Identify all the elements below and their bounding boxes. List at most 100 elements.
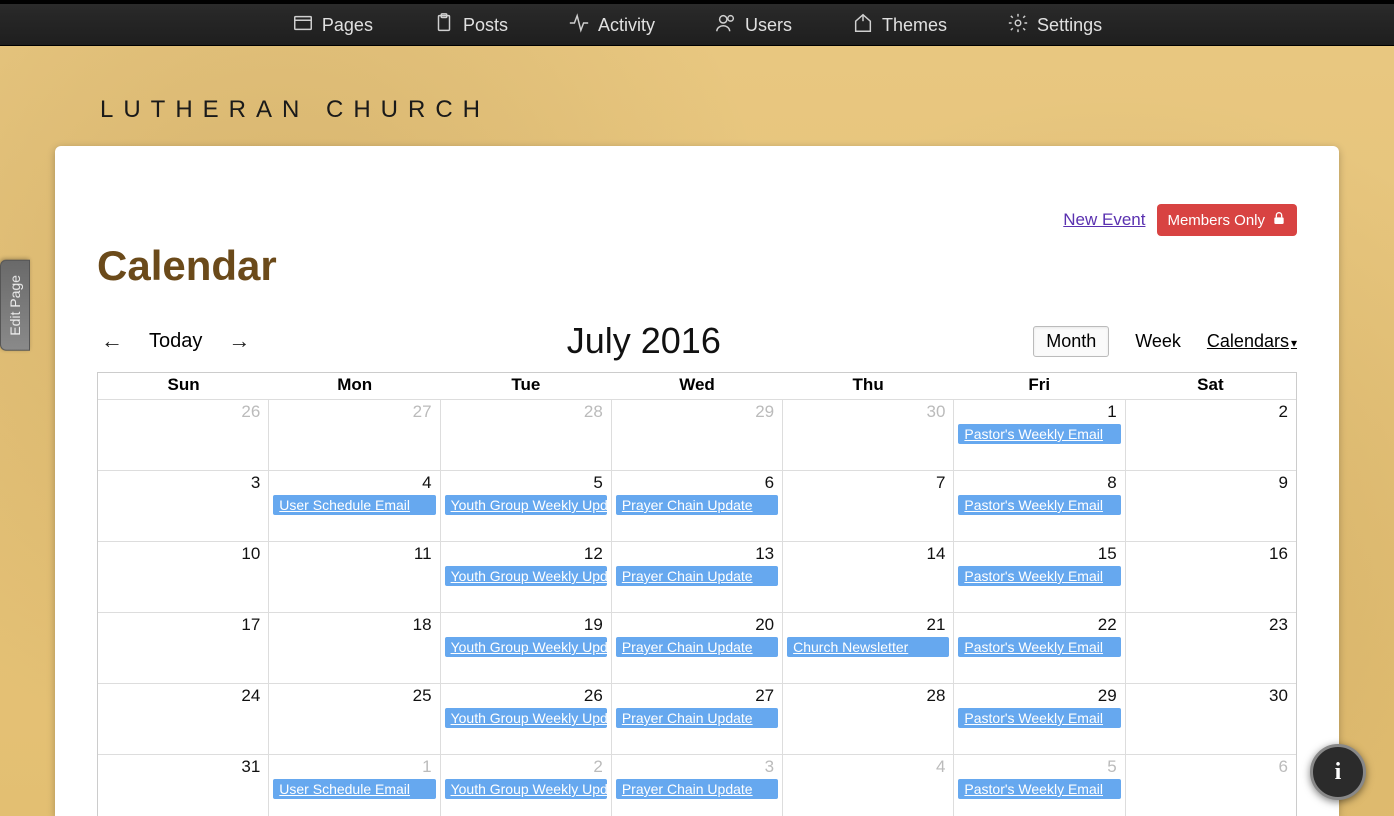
calendar-cell[interactable]: 13Prayer Chain Update [611, 542, 782, 612]
users-icon [715, 12, 737, 39]
calendar-cell[interactable]: 25 [268, 684, 439, 754]
calendar-cell[interactable]: 16 [1125, 542, 1296, 612]
calendars-dropdown[interactable]: Calendars▾ [1207, 331, 1297, 352]
nav-settings-label: Settings [1037, 15, 1102, 36]
members-only-label: Members Only [1167, 212, 1265, 229]
calendar-cell[interactable]: 5Youth Group Weekly Update [440, 471, 611, 541]
calendar-event[interactable]: Pastor's Weekly Email [958, 566, 1120, 586]
calendar-event[interactable]: Pastor's Weekly Email [958, 637, 1120, 657]
calendar-cell[interactable]: 6Prayer Chain Update [611, 471, 782, 541]
themes-icon [852, 12, 874, 39]
calendar-cell[interactable]: 12Youth Group Weekly Update [440, 542, 611, 612]
day-number: 31 [241, 757, 260, 777]
calendar-event[interactable]: Youth Group Weekly Update [445, 779, 607, 799]
calendar-cell[interactable]: 14 [782, 542, 953, 612]
calendar-event[interactable]: Prayer Chain Update [616, 779, 778, 799]
calendar-cell[interactable]: 6 [1125, 755, 1296, 816]
calendar-row: 171819Youth Group Weekly Update20Prayer … [98, 612, 1296, 683]
calendar-event[interactable]: Youth Group Weekly Update [445, 495, 607, 515]
calendar-cell[interactable]: 29 [611, 400, 782, 470]
calendar-event[interactable]: Youth Group Weekly Update [445, 708, 607, 728]
day-number: 20 [755, 615, 774, 635]
info-fab[interactable]: i [1310, 744, 1366, 800]
view-month-button[interactable]: Month [1033, 326, 1109, 357]
calendar-cell[interactable]: 30 [1125, 684, 1296, 754]
calendar-cell[interactable]: 3Prayer Chain Update [611, 755, 782, 816]
next-button[interactable]: → [224, 328, 254, 354]
calendar-event[interactable]: User Schedule Email [273, 779, 435, 799]
calendar-event[interactable]: Prayer Chain Update [616, 708, 778, 728]
calendar-cell[interactable]: 28 [440, 400, 611, 470]
calendar-cell[interactable]: 27 [268, 400, 439, 470]
nav-users[interactable]: Users [715, 12, 792, 39]
calendar-cell[interactable]: 31 [98, 755, 268, 816]
calendar-cell[interactable]: 19Youth Group Weekly Update [440, 613, 611, 683]
calendar-cell[interactable]: 17 [98, 613, 268, 683]
view-week-button[interactable]: Week [1135, 331, 1181, 352]
calendar-event[interactable]: Youth Group Weekly Update [445, 566, 607, 586]
new-event-link[interactable]: New Event [1063, 210, 1145, 230]
calendar-cell[interactable]: 18 [268, 613, 439, 683]
calendar-event[interactable]: Church Newsletter [787, 637, 949, 657]
day-number: 30 [926, 402, 945, 422]
calendar-cell[interactable]: 21Church Newsletter [782, 613, 953, 683]
calendar-cell[interactable]: 26Youth Group Weekly Update [440, 684, 611, 754]
nav-themes[interactable]: Themes [852, 12, 947, 39]
events-container: Prayer Chain Update [616, 779, 778, 799]
calendar-cell[interactable]: 24 [98, 684, 268, 754]
day-number: 9 [1279, 473, 1288, 493]
calendar-cell[interactable]: 9 [1125, 471, 1296, 541]
calendar-cell[interactable]: 30 [782, 400, 953, 470]
events-container: Prayer Chain Update [616, 566, 778, 586]
calendar-cell[interactable]: 15Pastor's Weekly Email [953, 542, 1124, 612]
calendar-row: 101112Youth Group Weekly Update13Prayer … [98, 541, 1296, 612]
calendar-cell[interactable]: 20Prayer Chain Update [611, 613, 782, 683]
calendar-cell[interactable]: 26 [98, 400, 268, 470]
edit-page-tab[interactable]: Edit Page [0, 260, 30, 351]
calendar-event[interactable]: Pastor's Weekly Email [958, 779, 1120, 799]
calendar-cell[interactable]: 5Pastor's Weekly Email [953, 755, 1124, 816]
calendar-event[interactable]: Prayer Chain Update [616, 495, 778, 515]
calendar-cell[interactable]: 28 [782, 684, 953, 754]
calendar-cell[interactable]: 1Pastor's Weekly Email [953, 400, 1124, 470]
card-top-actions: New Event Members Only [1063, 204, 1297, 236]
calendar-cell[interactable]: 23 [1125, 613, 1296, 683]
day-number: 28 [584, 402, 603, 422]
calendars-label: Calendars [1207, 331, 1289, 351]
calendar-cell[interactable]: 8Pastor's Weekly Email [953, 471, 1124, 541]
calendar-cell[interactable]: 4User Schedule Email [268, 471, 439, 541]
calendar-cell[interactable]: 1User Schedule Email [268, 755, 439, 816]
calendar-cell[interactable]: 2 [1125, 400, 1296, 470]
events-container: User Schedule Email [273, 779, 435, 799]
calendar-event[interactable]: User Schedule Email [273, 495, 435, 515]
calendar-cell[interactable]: 7 [782, 471, 953, 541]
members-only-button[interactable]: Members Only [1157, 204, 1297, 236]
calendar-event[interactable]: Prayer Chain Update [616, 637, 778, 657]
day-number: 2 [1279, 402, 1288, 422]
events-container: Youth Group Weekly Update [445, 779, 607, 799]
nav-settings[interactable]: Settings [1007, 12, 1102, 39]
nav-pages[interactable]: Pages [292, 12, 373, 39]
today-button[interactable]: Today [149, 330, 202, 353]
calendar-event[interactable]: Prayer Chain Update [616, 566, 778, 586]
calendar-cell[interactable]: 10 [98, 542, 268, 612]
calendar-cell[interactable]: 29Pastor's Weekly Email [953, 684, 1124, 754]
calendar-event[interactable]: Pastor's Weekly Email [958, 424, 1120, 444]
day-header: Sun [98, 372, 269, 399]
prev-button[interactable]: ← [97, 328, 127, 354]
calendar-cell[interactable]: 3 [98, 471, 268, 541]
calendar-cell[interactable]: 11 [268, 542, 439, 612]
calendar-event[interactable]: Pastor's Weekly Email [958, 708, 1120, 728]
calendar-cell[interactable]: 4 [782, 755, 953, 816]
page-surface: LUTHERAN CHURCH New Event Members Only C… [0, 46, 1394, 816]
day-number: 29 [1098, 686, 1117, 706]
calendar-cell[interactable]: 27Prayer Chain Update [611, 684, 782, 754]
day-number: 5 [593, 473, 602, 493]
calendar-cell[interactable]: 2Youth Group Weekly Update [440, 755, 611, 816]
nav-posts[interactable]: Posts [433, 12, 508, 39]
calendar-event[interactable]: Youth Group Weekly Update [445, 637, 607, 657]
day-number: 16 [1269, 544, 1288, 564]
calendar-cell[interactable]: 22Pastor's Weekly Email [953, 613, 1124, 683]
nav-activity[interactable]: Activity [568, 12, 655, 39]
calendar-event[interactable]: Pastor's Weekly Email [958, 495, 1120, 515]
